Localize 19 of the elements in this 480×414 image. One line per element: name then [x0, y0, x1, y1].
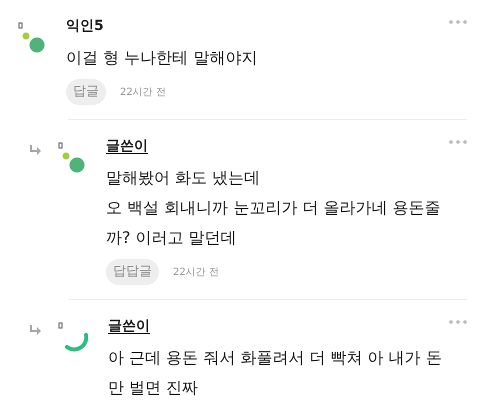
more-icon[interactable] — [449, 140, 467, 144]
more-icon[interactable] — [449, 320, 467, 324]
comment-text: 아 근데 용돈 줘서 화풀려서 더 빡쳐 아 내가 돈 — [108, 347, 443, 369]
more-icon[interactable] — [449, 20, 467, 24]
comment-text: 말해봤어 화도 냈는데 — [106, 167, 262, 189]
author-name[interactable]: 익인5 — [66, 16, 104, 37]
author-name[interactable]: 글쓴이 — [108, 316, 150, 337]
timestamp: 22시간 전 — [120, 86, 166, 100]
comment-text: 까? 이러고 말던데 — [106, 227, 238, 249]
avatar-icon — [18, 22, 46, 54]
timestamp: 22시간 전 — [173, 266, 219, 280]
comment-text: 이걸 형 누나한테 말해야지 — [66, 47, 258, 69]
reply-arrow-icon — [28, 145, 42, 157]
avatar-icon — [58, 142, 86, 174]
author-name[interactable]: 글쓴이 — [106, 136, 148, 157]
avatar-icon — [58, 322, 88, 352]
reply-arrow-icon — [28, 325, 42, 337]
comment-text: 오 백설 회내니까 눈꼬리가 더 올라가네 용돈줄 — [106, 197, 442, 219]
comment-text: 만 벌면 진짜 — [108, 377, 200, 399]
